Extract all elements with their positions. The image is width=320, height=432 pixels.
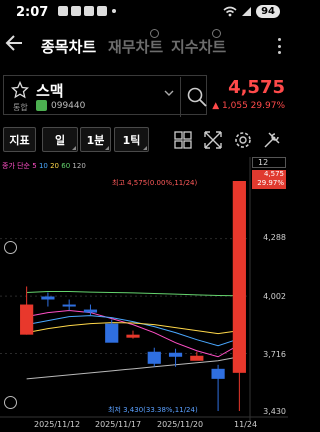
exchange-icon xyxy=(36,100,47,111)
current-price: 4,575 xyxy=(228,77,285,98)
period-minute-label: 1분 xyxy=(86,133,105,147)
tab-index-chart[interactable]: 지수차트 xyxy=(171,36,226,57)
stock-info: 스맥 통합 099440 4,575 ▲ 1,055 29.97% xyxy=(0,74,288,118)
gear-icon xyxy=(212,29,221,38)
price-change: ▲ 1,055 29.97% xyxy=(212,101,285,111)
battery-icon: 94 xyxy=(256,5,280,18)
candlestick-plot xyxy=(0,157,288,422)
app-notification-icon xyxy=(58,6,68,16)
stock-code: 099440 xyxy=(51,101,86,111)
zoom-in-icon[interactable] xyxy=(4,241,17,254)
candle-body xyxy=(168,352,183,357)
ma-line-10 xyxy=(26,315,240,347)
candle-body xyxy=(147,351,161,364)
tab-stock-chart[interactable]: 종목차트 xyxy=(41,36,96,57)
candle-body xyxy=(190,355,204,361)
stock-name: 스맥 xyxy=(36,82,64,100)
ma-line-60 xyxy=(26,290,240,297)
x-axis-label: 2025/11/17 xyxy=(95,420,142,429)
zoom-out-icon[interactable] xyxy=(4,396,17,409)
status-bar: 2:07 94 xyxy=(0,0,288,26)
system-icons: 94 xyxy=(223,5,280,18)
period-tick-button[interactable]: 1틱 xyxy=(114,127,149,152)
ma-line-120 xyxy=(26,356,240,380)
price-chart[interactable]: 종가 단순 5 10 20 60 120 12 4,575 29.97% 4,2… xyxy=(0,157,288,432)
notification-icons xyxy=(58,6,116,16)
more-menu-icon[interactable] xyxy=(278,38,282,54)
wifi-icon xyxy=(223,6,237,17)
favorite-star-icon[interactable] xyxy=(11,81,29,99)
search-icon xyxy=(187,87,207,107)
more-notifications-icon xyxy=(112,9,116,13)
period-tick-label: 1틱 xyxy=(122,133,141,147)
back-arrow-icon[interactable] xyxy=(4,32,26,54)
header: 종목차트 재무차트 지수차트 xyxy=(0,28,288,64)
candle-body xyxy=(126,334,140,338)
indicator-label: 지표 xyxy=(9,133,30,147)
tools-icon[interactable] xyxy=(262,130,282,150)
indicator-button[interactable]: 지표 xyxy=(3,127,36,152)
chevron-down-icon[interactable] xyxy=(164,88,174,98)
candle-body xyxy=(20,304,34,335)
candle-body xyxy=(232,181,246,373)
period-day-label: 일 xyxy=(54,133,66,147)
app-notification-icon xyxy=(71,6,81,16)
period-minute-button[interactable]: 1분 xyxy=(80,127,111,152)
candle-body xyxy=(62,304,76,307)
x-axis-label: 2025/11/20 xyxy=(157,420,204,429)
candle-body xyxy=(83,309,98,313)
app-notification-icon xyxy=(97,6,107,16)
x-axis-label: 11/24 xyxy=(234,420,258,429)
candle-body xyxy=(41,296,55,300)
market-label: 통합 xyxy=(13,103,28,112)
search-button[interactable] xyxy=(180,77,211,117)
candle-body xyxy=(105,323,119,343)
period-day-button[interactable]: 일 xyxy=(42,127,78,152)
layout-grid-icon[interactable] xyxy=(173,130,193,150)
settings-gear-icon[interactable] xyxy=(233,130,253,150)
x-axis-label: 2025/11/12 xyxy=(34,420,81,429)
gear-icon xyxy=(150,29,159,38)
expand-icon[interactable] xyxy=(203,130,223,150)
tab-financial-chart[interactable]: 재무차트 xyxy=(108,36,163,57)
app-notification-icon xyxy=(84,6,94,16)
stock-selector[interactable]: 스맥 통합 099440 xyxy=(3,75,207,117)
chart-toolbar: 지표 일 1분 1틱 xyxy=(0,126,288,154)
clock: 2:07 xyxy=(16,5,49,20)
candle-body xyxy=(211,368,225,379)
signal-icon xyxy=(242,7,252,16)
